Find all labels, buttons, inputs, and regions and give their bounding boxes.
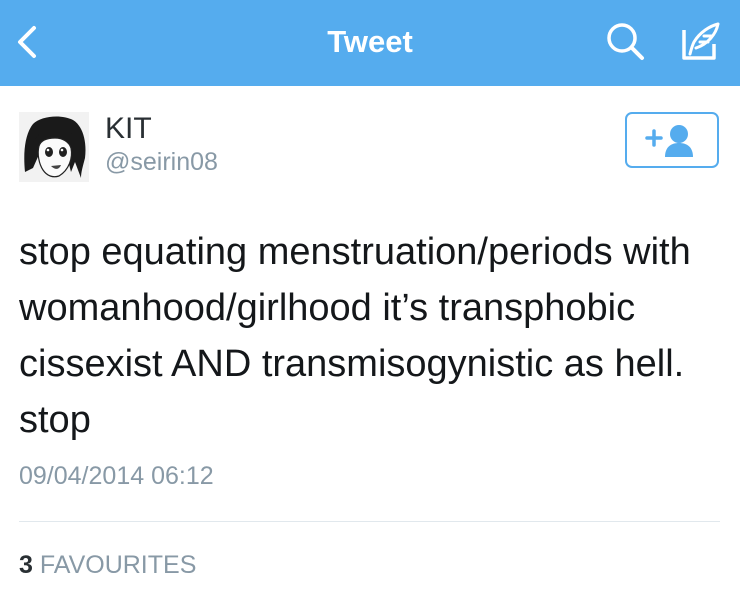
- follow-user-icon: [645, 125, 693, 157]
- tweet-timestamp: 09/04/2014 06:12: [19, 462, 214, 490]
- compose-tweet-button[interactable]: [674, 18, 726, 66]
- favourites-stat[interactable]: 3 FAVOURITES: [19, 551, 196, 580]
- divider: [19, 521, 720, 522]
- compose-tweet-icon: [682, 22, 720, 60]
- author-display-name[interactable]: KIT: [105, 112, 152, 146]
- anime-character-avatar-image: [19, 112, 89, 182]
- follow-button[interactable]: [625, 112, 719, 168]
- tweet-text: stop equating menstruation/periods with …: [19, 231, 691, 441]
- search-button[interactable]: [604, 20, 648, 64]
- navigation-bar: Tweet: [0, 0, 740, 86]
- favourites-count: 3: [19, 551, 33, 579]
- avatar[interactable]: [19, 112, 89, 182]
- favourites-label: FAVOURITES: [39, 551, 197, 579]
- author-handle[interactable]: @seirin08: [105, 148, 218, 177]
- search-icon: [607, 23, 644, 60]
